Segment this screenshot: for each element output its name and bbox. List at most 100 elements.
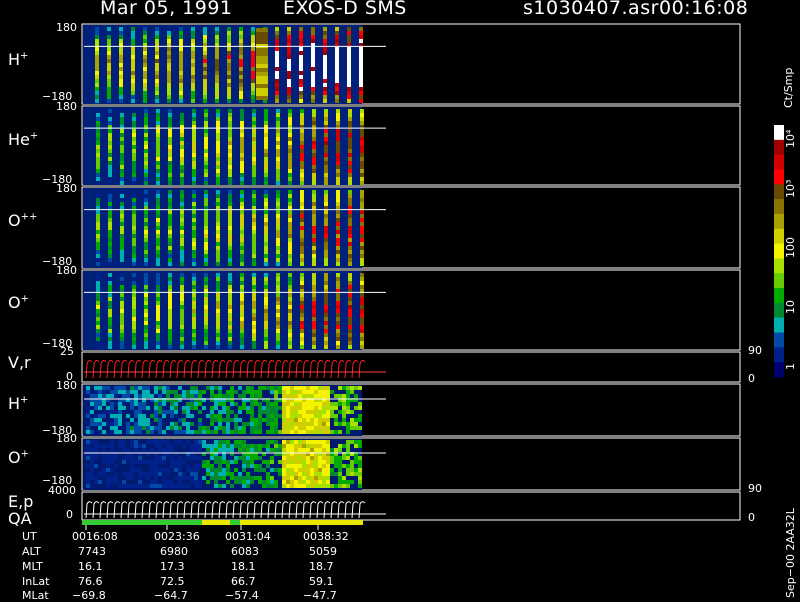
spectrogram-cell <box>156 321 160 325</box>
spectrogram-cell <box>134 410 138 414</box>
spectrogram-cell <box>288 293 292 297</box>
spectrogram-cell <box>298 444 302 448</box>
spectrogram-cell <box>186 468 190 472</box>
spectrogram-cell <box>306 444 310 448</box>
spectrogram-cell <box>348 226 352 230</box>
spectrogram-cell <box>106 460 110 464</box>
spectrogram-cell <box>274 402 278 406</box>
spectrogram-cell <box>264 325 268 329</box>
spectrogram-cell <box>170 402 174 406</box>
spectrogram-cell <box>322 460 326 464</box>
spectrogram-cell <box>204 169 208 173</box>
spectrogram-cell <box>306 394 310 398</box>
spectrogram-cell <box>302 464 306 468</box>
spectrogram-cell <box>162 480 166 484</box>
spectrogram-cell <box>222 430 226 434</box>
spectrogram-cell <box>107 55 111 59</box>
spectrogram-cell <box>240 305 244 309</box>
spectrogram-cell <box>348 321 352 325</box>
spectrogram-cell <box>270 410 274 414</box>
spectrogram-cell <box>156 250 160 254</box>
spectrogram-cell <box>254 456 258 460</box>
spectrogram-cell <box>144 145 148 149</box>
colorbar-segment <box>774 332 784 348</box>
spectrogram-cell <box>119 71 123 75</box>
spectrogram-cell <box>198 444 202 448</box>
spectrogram-cell <box>336 129 340 133</box>
spectrogram-cell <box>310 440 314 444</box>
spectrogram-cell <box>180 226 184 230</box>
spectrogram-cell <box>168 157 172 161</box>
eph-cell: 76.6 <box>78 575 103 588</box>
spectrogram-cell <box>98 402 102 406</box>
spectrogram-cell <box>360 137 364 141</box>
spectrogram-cell <box>95 39 99 43</box>
spectrogram-cell <box>335 39 339 43</box>
spectrogram-cell <box>126 390 130 394</box>
spectrogram-cell <box>186 456 190 460</box>
spectrogram-cell <box>110 460 114 464</box>
spectrogram-cell <box>168 198 172 202</box>
spectrogram-cell <box>204 238 208 242</box>
spectrogram-cell <box>94 480 98 484</box>
energy-trace <box>344 501 352 519</box>
spectrogram-cell <box>348 262 352 266</box>
spectrogram-cell <box>119 55 123 59</box>
spectrogram-cell <box>156 297 160 301</box>
spectrogram-cell <box>180 277 184 281</box>
spectrogram-cell <box>240 165 244 169</box>
spectrogram-cell <box>206 460 210 464</box>
spectrogram-cell <box>108 277 112 281</box>
spectrogram-cell <box>158 456 162 460</box>
spectrogram-cell <box>310 414 314 418</box>
spectrogram-cell <box>347 83 351 87</box>
spectrogram-cell <box>282 456 286 460</box>
spectrogram-cell <box>180 153 184 157</box>
spectrogram-cell <box>143 87 147 91</box>
spectrogram-cell <box>252 129 256 133</box>
spectrogram-cell <box>90 468 94 472</box>
y-tick-top: 180 <box>56 182 77 195</box>
spectrogram-cell <box>94 402 98 406</box>
spectrogram-cell <box>264 313 268 317</box>
spectrogram-cell <box>312 157 316 161</box>
spectrogram-cell <box>302 390 306 394</box>
spectrogram-cell <box>222 448 226 452</box>
spectrogram-cell <box>288 238 292 242</box>
spectrogram-cell <box>238 426 242 430</box>
spectrogram-cell <box>120 254 124 258</box>
spectrogram-cell <box>348 258 352 262</box>
spectrogram-cell <box>326 418 330 422</box>
spectrogram-cell <box>96 285 100 289</box>
spectrogram-cell <box>96 113 100 117</box>
spectrogram-cell <box>144 277 148 281</box>
spectrogram-cell <box>348 297 352 301</box>
spectrogram-cell <box>215 31 219 35</box>
velocity-trace <box>134 359 142 379</box>
spectrogram-cell <box>203 63 207 67</box>
spectrogram-cell <box>178 456 182 460</box>
spectrogram-cell <box>264 181 268 185</box>
spectrogram-cell <box>326 484 330 488</box>
spectrogram-cell <box>334 402 338 406</box>
spectrogram-cell <box>314 460 318 464</box>
spectrogram-cell <box>150 394 154 398</box>
spectrogram-cell <box>155 55 159 59</box>
spectrogram-cell <box>306 440 310 444</box>
spectrogram-cell <box>240 194 244 198</box>
spectrogram-cell <box>230 386 234 390</box>
spectrogram-cell <box>146 484 150 488</box>
spectrogram-cell <box>96 345 100 349</box>
spectrogram-cell <box>324 226 328 230</box>
spectrogram-cell <box>288 329 292 333</box>
spectrogram-cell <box>312 198 316 202</box>
spectrogram-cell <box>360 297 364 301</box>
spectrogram-cell <box>358 440 362 444</box>
spectrogram-cell <box>348 277 352 281</box>
spectrogram-cell <box>323 99 327 103</box>
spectrogram-cell <box>312 285 316 289</box>
spectrogram-cell <box>186 476 190 480</box>
spectrogram-cell <box>143 55 147 59</box>
velocity-trace <box>155 359 163 379</box>
spectrogram-cell <box>264 153 268 157</box>
